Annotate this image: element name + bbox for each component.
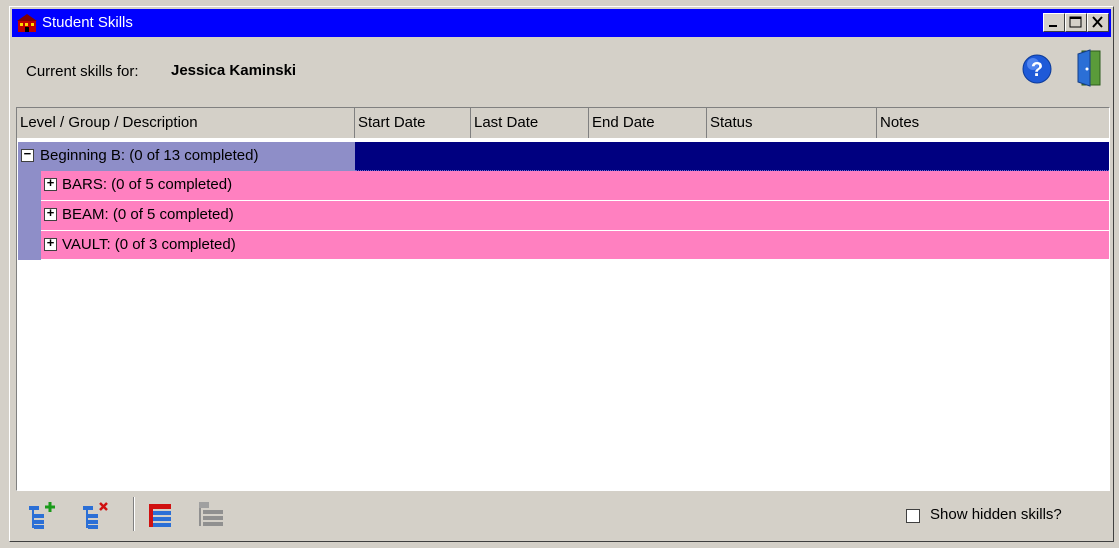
maximize-button[interactable] <box>1065 13 1087 32</box>
exit-door-icon[interactable] <box>1072 49 1106 87</box>
group-row-bars[interactable]: + BARS: (0 of 5 completed) <box>41 171 1109 201</box>
bottom-toolbar: Show hidden skills? <box>16 491 1110 537</box>
level-label: Beginning B: (0 of 13 completed) <box>40 147 259 164</box>
help-icon[interactable]: ? <box>1021 53 1053 85</box>
column-header-description[interactable]: Level / Group / Description <box>17 108 355 138</box>
window-title: Student Skills <box>42 14 133 31</box>
group-row-beam[interactable]: + BEAM: (0 of 5 completed) <box>41 201 1109 231</box>
skills-tree-grid: Level / Group / Description Start Date L… <box>16 107 1110 491</box>
title-bar: Student Skills <box>12 9 1111 37</box>
add-skill-tree-icon[interactable] <box>28 500 62 530</box>
grid-header: Level / Group / Description Start Date L… <box>17 108 1109 138</box>
list-gray-icon[interactable] <box>196 500 230 530</box>
school-house-icon <box>16 13 38 33</box>
level-row-fill[interactable] <box>355 142 1109 171</box>
group-label: BEAM: (0 of 5 completed) <box>62 206 234 223</box>
expand-toggle[interactable]: + <box>44 207 57 221</box>
remove-skill-tree-icon[interactable] <box>82 500 116 530</box>
svg-text:?: ? <box>1031 59 1043 81</box>
close-button[interactable] <box>1087 13 1109 32</box>
group-row-vault[interactable]: + VAULT: (0 of 3 completed) <box>41 231 1109 260</box>
column-header-end-date[interactable]: End Date <box>589 108 707 138</box>
expand-toggle[interactable]: + <box>44 177 57 191</box>
column-header-notes[interactable]: Notes <box>877 108 1109 138</box>
tree-indent-strip <box>18 171 41 260</box>
student-name: Jessica Kaminski <box>171 62 297 79</box>
group-label: BARS: (0 of 5 completed) <box>62 176 233 193</box>
column-header-start-date[interactable]: Start Date <box>355 108 471 138</box>
current-skills-label: Current skills for: <box>26 63 139 80</box>
collapse-toggle[interactable]: − <box>21 148 34 162</box>
level-row[interactable]: − Beginning B: (0 of 13 completed) <box>18 142 355 171</box>
column-header-status[interactable]: Status <box>707 108 877 138</box>
group-label: VAULT: (0 of 3 completed) <box>62 236 236 253</box>
expand-toggle[interactable]: + <box>44 237 57 251</box>
minimize-button[interactable] <box>1043 13 1065 32</box>
student-skills-window: Student Skills Current skills for: Jessi… <box>9 6 1114 542</box>
show-hidden-skills-label[interactable]: Show hidden skills? <box>930 506 1062 523</box>
column-header-last-date[interactable]: Last Date <box>471 108 589 138</box>
list-red-icon[interactable] <box>146 500 180 530</box>
show-hidden-skills-checkbox[interactable] <box>906 509 920 523</box>
toolbar-separator <box>133 497 135 531</box>
